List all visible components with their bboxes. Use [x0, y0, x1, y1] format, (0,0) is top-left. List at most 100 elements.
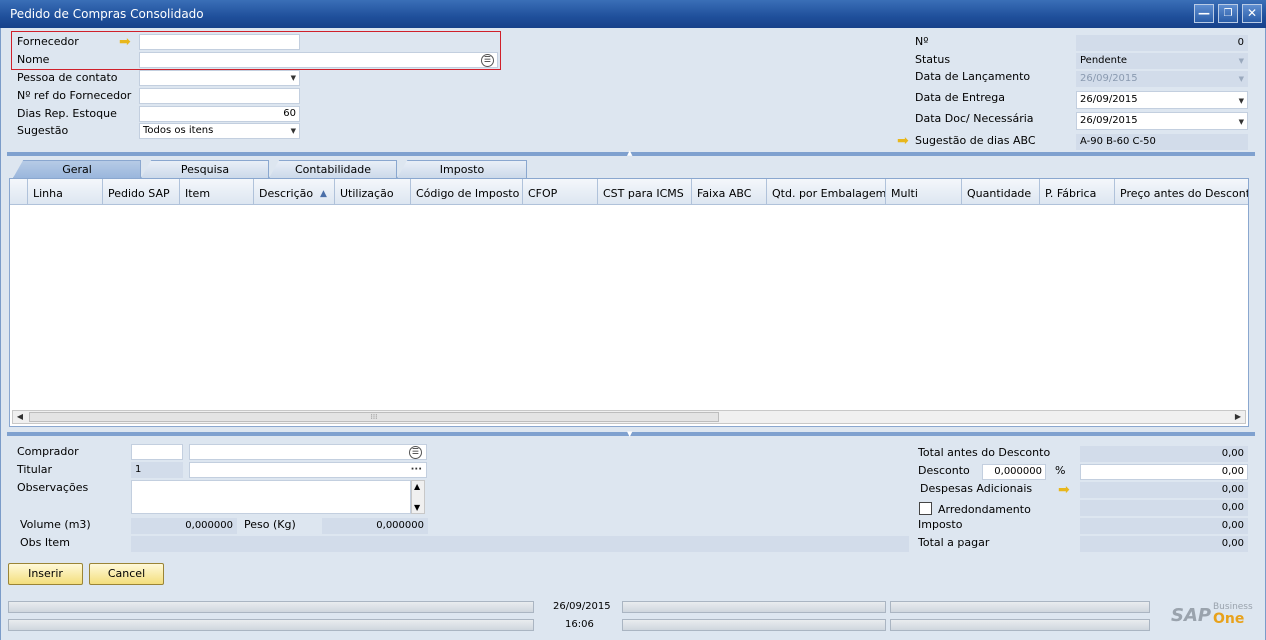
comprador-name-input[interactable]	[189, 444, 427, 460]
ref-fornecedor-input[interactable]	[139, 88, 300, 104]
data-entrega-label: Data de Entrega	[915, 91, 1006, 104]
titular-label: Titular	[17, 463, 53, 476]
column-header[interactable]: Multi	[886, 179, 962, 205]
scroll-up-icon[interactable]: ▲	[414, 482, 420, 491]
scroll-right-icon[interactable]: ▶	[1231, 411, 1245, 423]
despesas-field: 0,00	[1080, 482, 1248, 498]
scroll-down-icon[interactable]: ▼	[414, 503, 420, 512]
close-icon: ✕	[1246, 6, 1258, 20]
grid-header: Linha Pedido SAP Item Descrição ▲ Utiliza…	[10, 179, 1248, 205]
column-header[interactable]: Qtd. por Embalagem	[767, 179, 886, 205]
imposto-field: 0,00	[1080, 518, 1248, 534]
column-header[interactable]: Pedido SAP	[103, 179, 180, 205]
observacoes-textarea[interactable]	[131, 480, 411, 514]
tab-imposto[interactable]: Imposto	[397, 160, 527, 178]
column-header[interactable]: Faixa ABC	[692, 179, 767, 205]
total-antes-field: 0,00	[1080, 446, 1248, 462]
data-lancamento-label: Data de Lançamento	[915, 70, 1031, 83]
titular-name-input[interactable]: ···	[189, 462, 427, 478]
restore-button[interactable]: ❐	[1218, 4, 1238, 23]
data-doc-input[interactable]: 26/09/2015 ▼	[1076, 112, 1248, 130]
more-icon[interactable]: ···	[411, 463, 422, 477]
chevron-down-icon[interactable]: ▼	[627, 430, 632, 438]
total-pagar-field: 0,00	[1080, 536, 1248, 552]
sugestao-label: Sugestão	[17, 124, 69, 137]
tab-contabilidade[interactable]: Contabilidade	[269, 160, 397, 178]
restore-icon: ❐	[1223, 8, 1233, 19]
close-button[interactable]: ✕	[1242, 4, 1262, 23]
observacoes-label: Observações	[17, 481, 89, 494]
comprador-label: Comprador	[17, 445, 79, 458]
status-date: 26/09/2015	[553, 601, 611, 612]
window-title: Pedido de Compras Consolidado	[10, 7, 204, 21]
tab-geral[interactable]: Geral	[13, 160, 141, 178]
total-pagar-label: Total a pagar	[918, 536, 990, 549]
desconto-value-input[interactable]: 0,00	[1080, 464, 1248, 480]
title-bar[interactable]: Pedido de Compras Consolidado — ❐ ✕	[0, 0, 1266, 28]
form-window: Fornecedor ➡ Nome ☰ Pessoa de contato ▼ …	[0, 28, 1266, 640]
chevron-down-icon: ▼	[290, 127, 296, 135]
link-arrow-icon[interactable]: ➡	[119, 35, 131, 49]
link-arrow-icon[interactable]: ➡	[897, 134, 909, 148]
column-header[interactable]: Utilização	[335, 179, 411, 205]
status-label: Status	[915, 53, 951, 66]
arredondamento-label: Arredondamento	[938, 503, 1031, 516]
sugestao-select[interactable]: Todos os itens ▼	[139, 123, 300, 139]
scroll-left-icon[interactable]: ◀	[13, 411, 27, 423]
horizontal-scrollbar[interactable]: ◀ ⁞⁞⁞ ▶	[12, 410, 1246, 424]
numero-label: Nº	[915, 35, 929, 48]
chevron-down-icon: ▼	[1238, 57, 1244, 65]
chevron-down-icon: ▼	[290, 74, 296, 82]
column-header[interactable]: Item	[180, 179, 254, 205]
comprador-code-input[interactable]	[131, 444, 183, 460]
status-segment	[622, 619, 886, 631]
column-header[interactable]: Preço antes do Desconto	[1115, 179, 1248, 205]
column-header[interactable]: Descrição ▲	[254, 179, 335, 205]
column-header[interactable]: Código de Imposto	[411, 179, 523, 205]
chevron-up-icon[interactable]: ▲	[627, 149, 632, 157]
total-antes-label: Total antes do Desconto	[918, 446, 1051, 459]
sugestao-abc-label: Sugestão de dias ABC	[915, 134, 1036, 147]
ref-fornecedor-label: Nº ref do Fornecedor	[17, 89, 132, 102]
status-segment	[890, 619, 1150, 631]
data-entrega-input[interactable]: 26/09/2015 ▼	[1076, 91, 1248, 109]
status-message-bar	[8, 601, 534, 613]
list-icon[interactable]: ☰	[481, 54, 494, 67]
status-time: 16:06	[565, 619, 594, 630]
tab-pesquisa[interactable]: Pesquisa	[141, 160, 269, 178]
volume-label: Volume (m3)	[20, 518, 91, 531]
arredondamento-checkbox[interactable]	[919, 502, 932, 515]
obs-item-label: Obs Item	[20, 536, 70, 549]
fornecedor-input[interactable]	[139, 34, 300, 50]
vertical-scrollbar[interactable]: ▲ ▼	[411, 480, 425, 514]
pessoa-contato-select[interactable]: ▼	[139, 70, 300, 86]
column-header[interactable]: Linha	[28, 179, 103, 205]
inserir-button[interactable]: Inserir	[8, 563, 83, 585]
chevron-down-icon: ▼	[1238, 118, 1244, 126]
nome-input[interactable]	[139, 52, 498, 68]
fornecedor-label: Fornecedor	[17, 35, 79, 48]
nome-label: Nome	[17, 53, 50, 66]
desconto-pct-input[interactable]: 0,000000	[982, 464, 1046, 480]
peso-field: 0,000000	[322, 518, 428, 534]
scroll-thumb[interactable]: ⁞⁞⁞	[29, 412, 719, 422]
dias-rep-input[interactable]: 60	[139, 106, 300, 122]
arredondamento-field: 0,00	[1080, 500, 1248, 516]
items-grid[interactable]: Linha Pedido SAP Item Descrição ▲ Utiliza…	[9, 178, 1249, 427]
peso-label: Peso (Kg)	[244, 518, 296, 531]
link-arrow-icon[interactable]: ➡	[1058, 483, 1070, 497]
minimize-button[interactable]: —	[1194, 4, 1214, 23]
pessoa-contato-label: Pessoa de contato	[17, 71, 118, 84]
column-header[interactable]: CST para ICMS	[598, 179, 692, 205]
column-header[interactable]: Quantidade	[962, 179, 1040, 205]
row-selector-header[interactable]	[10, 179, 28, 205]
chevron-down-icon: ▼	[1238, 75, 1244, 83]
list-icon[interactable]: ☰	[409, 446, 422, 459]
cancel-button[interactable]: Cancel	[89, 563, 164, 585]
status-segment	[890, 601, 1150, 613]
column-header[interactable]: CFOP	[523, 179, 598, 205]
status-segment	[622, 601, 886, 613]
sap-business-one-logo: SAP Business One	[1171, 602, 1253, 627]
minimize-icon: —	[1198, 6, 1210, 20]
column-header[interactable]: P. Fábrica	[1040, 179, 1115, 205]
